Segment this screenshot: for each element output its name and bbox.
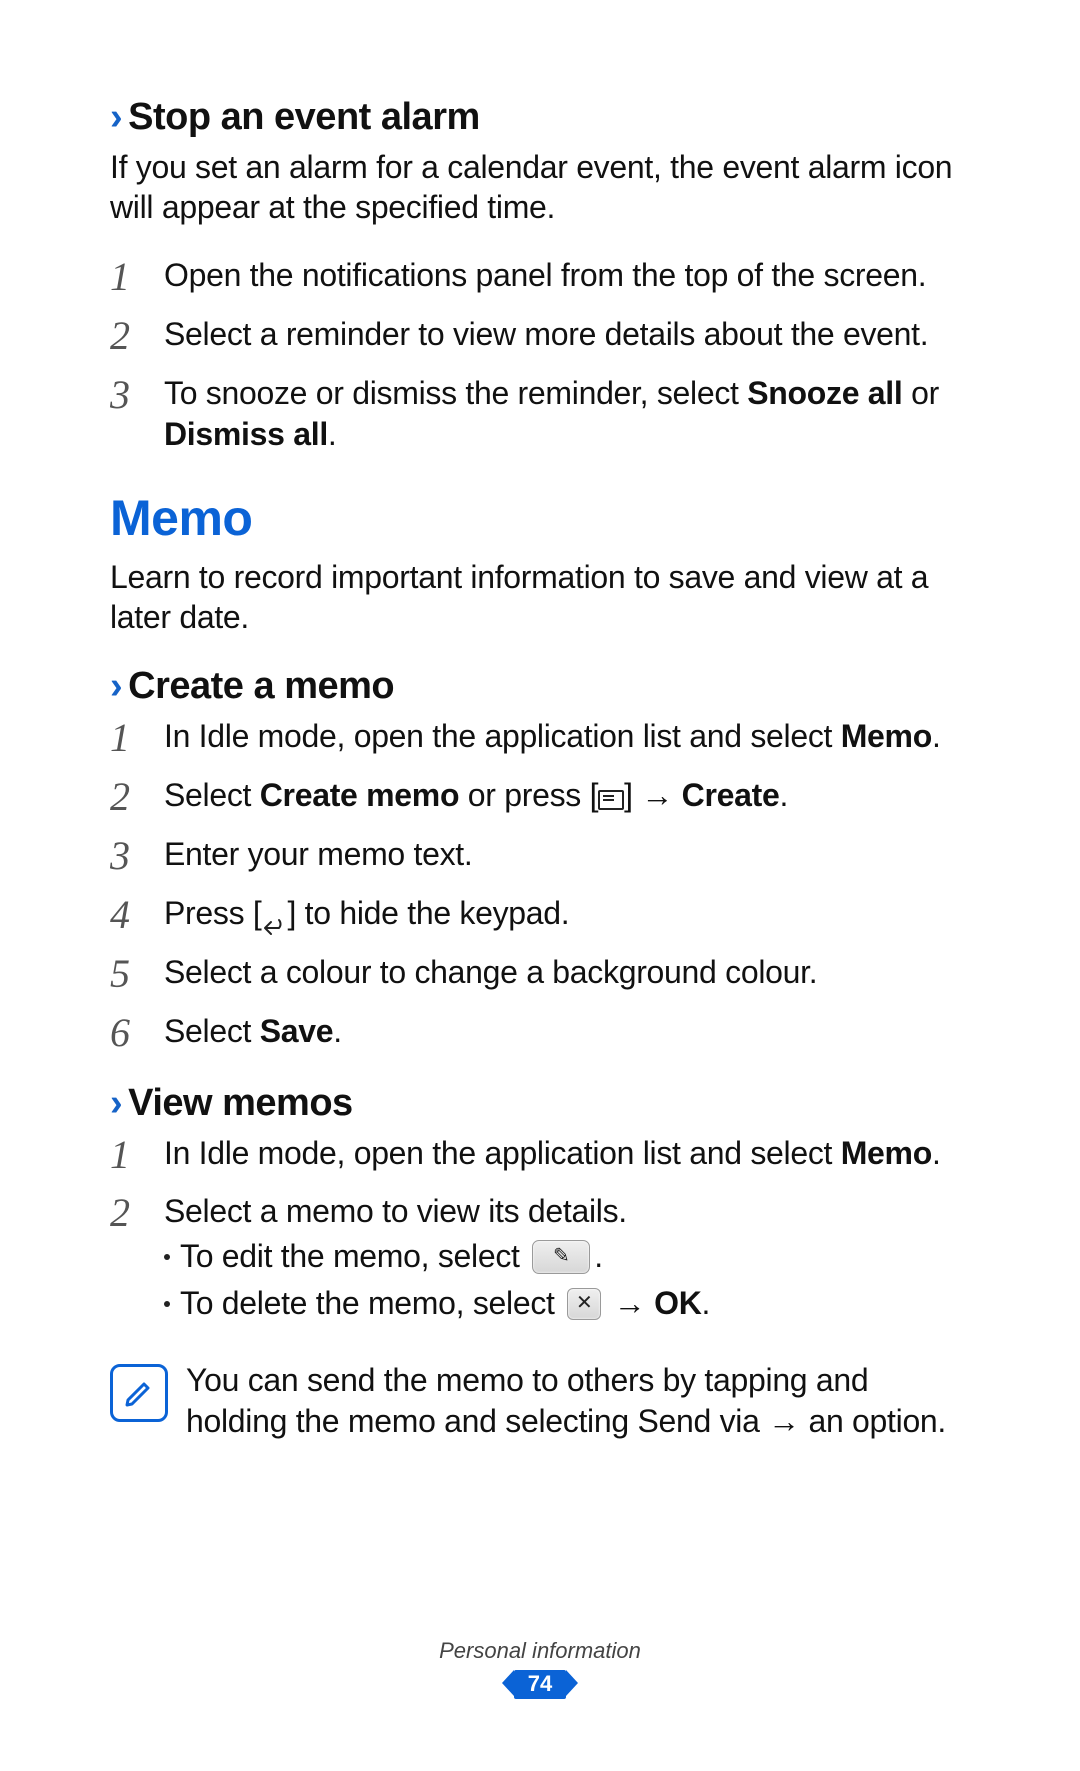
chevron-icon: ›	[110, 1082, 122, 1124]
bullet-item: To edit the memo, select ✎.	[164, 1236, 970, 1277]
manual-page: ›Stop an event alarm If you set an alarm…	[0, 0, 1080, 1771]
footer-category: Personal information	[0, 1638, 1080, 1664]
note-block: You can send the memo to others by tappi…	[110, 1360, 970, 1442]
bullet-dot	[164, 1254, 170, 1260]
step-number: 1	[110, 257, 146, 297]
step: 5 Select a colour to change a background …	[110, 952, 970, 993]
step: 1 In Idle mode, open the application list…	[110, 716, 970, 757]
menu-icon	[598, 790, 624, 810]
stop-alarm-description: If you set an alarm for a calendar event…	[110, 147, 970, 227]
step-text: Select a colour to change a background c…	[164, 952, 970, 993]
page-number: 74	[514, 1670, 566, 1699]
chevron-icon: ›	[110, 665, 122, 707]
step-text: Press [] to hide the keypad.	[164, 893, 970, 934]
step: 6 Select Save.	[110, 1011, 970, 1052]
step: 2 Select a memo to view its details.To ed…	[110, 1191, 970, 1330]
step-number: 2	[110, 777, 146, 817]
step: 1 Open the notifications panel from the t…	[110, 255, 970, 296]
step: 2 Select a reminder to view more details …	[110, 314, 970, 355]
step-text: Select a reminder to view more details a…	[164, 314, 970, 355]
chevron-icon: ›	[110, 96, 122, 138]
step: 3 To snooze or dismiss the reminder, sele…	[110, 373, 970, 455]
step-number: 6	[110, 1013, 146, 1053]
step-text: Select a memo to view its details.To edi…	[164, 1191, 970, 1330]
bullet-item: To delete the memo, select ✕ → OK.	[164, 1283, 970, 1324]
memo-intro: Learn to record important information to…	[110, 557, 970, 637]
back-icon	[261, 907, 287, 927]
step: 1 In Idle mode, open the application list…	[110, 1133, 970, 1174]
step-text: Select Create memo or press [] → Create.	[164, 775, 970, 816]
heading-text: View memos	[128, 1082, 353, 1124]
step: 4 Press [] to hide the keypad.	[110, 893, 970, 934]
step-number: 1	[110, 1135, 146, 1175]
step-text: Open the notifications panel from the to…	[164, 255, 970, 296]
note-text: You can send the memo to others by tappi…	[186, 1360, 970, 1442]
stop-alarm-steps: 1 Open the notifications panel from the t…	[110, 255, 970, 455]
sub-bullets: To edit the memo, select ✎. To delete the…	[164, 1236, 970, 1324]
step-text: In Idle mode, open the application list …	[164, 1133, 970, 1174]
step-number: 1	[110, 718, 146, 758]
step-number: 4	[110, 895, 146, 935]
page-footer: Personal information 74	[0, 1638, 1080, 1699]
step-number: 3	[110, 375, 146, 415]
step: 3 Enter your memo text.	[110, 834, 970, 875]
heading-text: Create a memo	[128, 665, 394, 707]
step-number: 5	[110, 954, 146, 994]
heading-stop-event-alarm: ›Stop an event alarm	[110, 96, 970, 139]
delete-icon: ✕	[567, 1288, 601, 1320]
section-title-memo: Memo	[110, 489, 970, 547]
step-number: 2	[110, 1193, 146, 1233]
heading-text: Stop an event alarm	[128, 96, 480, 138]
step-text: Enter your memo text.	[164, 834, 970, 875]
edit-icon: ✎	[532, 1240, 590, 1274]
create-memo-steps: 1 In Idle mode, open the application list…	[110, 716, 970, 1052]
bullet-dot	[164, 1301, 170, 1307]
step-text: To snooze or dismiss the reminder, selec…	[164, 373, 970, 455]
step-text: In Idle mode, open the application list …	[164, 716, 970, 757]
step-number: 3	[110, 836, 146, 876]
step-text: Select Save.	[164, 1011, 970, 1052]
note-icon	[110, 1364, 168, 1422]
heading-create-memo: ›Create a memo	[110, 665, 970, 708]
bullet-text: To delete the memo, select ✕ → OK.	[180, 1283, 710, 1324]
heading-view-memos: ›View memos	[110, 1082, 970, 1125]
step: 2 Select Create memo or press [] → Create…	[110, 775, 970, 816]
step-number: 2	[110, 316, 146, 356]
view-memos-steps: 1 In Idle mode, open the application list…	[110, 1133, 970, 1331]
bullet-text: To edit the memo, select ✎.	[180, 1236, 603, 1277]
